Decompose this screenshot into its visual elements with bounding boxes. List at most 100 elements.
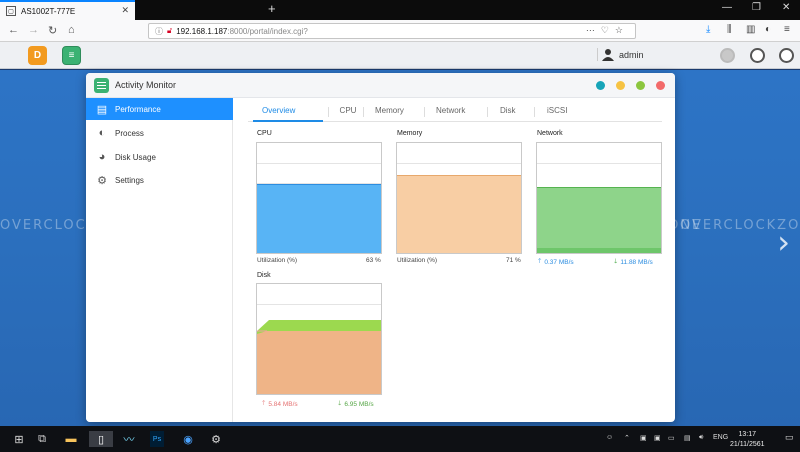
cpu-utilization-value: 63 %: [366, 257, 381, 264]
settings-gear-icon[interactable]: ⚙: [208, 431, 224, 447]
tab-disk[interactable]: Disk: [500, 106, 516, 115]
network-tray-icon[interactable]: ▤: [684, 434, 691, 442]
tab-separator: [534, 107, 535, 117]
network-download-rate: 🡓 11.88 MB/s: [614, 258, 653, 266]
close-tab-icon[interactable]: ✕: [121, 5, 129, 16]
power-icon[interactable]: [779, 48, 794, 63]
help-button[interactable]: [596, 81, 605, 90]
firefox-icon[interactable]: ◉: [180, 431, 196, 447]
forward-icon[interactable]: →: [28, 24, 39, 36]
upload-arrow-icon: 🡑: [538, 258, 542, 265]
sidebar-item-settings[interactable]: ⚙ Settings: [86, 169, 233, 191]
user-icon: [597, 48, 614, 61]
tray-app-icon[interactable]: ▣: [654, 434, 661, 442]
home-icon[interactable]: ⌂: [68, 24, 75, 36]
memory-graph: [396, 142, 522, 254]
network-graph: [536, 142, 662, 254]
sidebar-item-process[interactable]: ◐ Process: [86, 122, 233, 144]
menu-icon[interactable]: ≡: [784, 24, 790, 35]
back-icon[interactable]: ←: [8, 24, 19, 36]
browser-nav-bar: ← → ↻ ⌂ ⓘ 🔓︎ 192.168.1.187 :8000/portal/…: [0, 20, 800, 42]
new-tab-button[interactable]: +: [268, 1, 276, 16]
network-upload-rate: 🡑 0.37 MB/s: [538, 258, 574, 266]
insecure-lock-icon[interactable]: 🔓︎: [167, 26, 172, 36]
resource-monitor-icon[interactable]: 〰: [120, 431, 138, 447]
page-icon: ▢: [6, 6, 16, 16]
windows-taskbar: ⊞ ⧉ ▬ ▯ 〰 Ps ◉ ⚙ ☺ ⌃ ▣ ▣ ▭ ▤ 🔊︎ ENG 13:1…: [0, 426, 800, 452]
sidebar-item-disk-usage[interactable]: ◕ Disk Usage: [86, 146, 233, 168]
download-icon[interactable]: ⤓: [706, 24, 710, 35]
sidebar-item-label: Disk Usage: [115, 152, 156, 162]
start-icon[interactable]: ⊞: [12, 431, 26, 447]
tab-iscsi[interactable]: iSCSI: [547, 106, 567, 115]
library-icon[interactable]: ⫼: [727, 24, 732, 35]
tab-separator: [363, 107, 364, 117]
process-icon: ◐: [98, 127, 106, 139]
close-button[interactable]: [656, 81, 665, 90]
user-menu[interactable]: admin: [597, 48, 644, 61]
gear-icon: ⚙: [97, 174, 107, 187]
clock-date: 21/11/2561: [730, 441, 765, 448]
sidebar: ▤ Performance ◐ Process ◕ Disk Usage ⚙ S…: [86, 98, 233, 422]
read-arrow-icon: 🡑: [262, 400, 266, 407]
minimize-button[interactable]: [616, 81, 625, 90]
volume-icon[interactable]: 🔊︎: [699, 434, 703, 442]
sidebar-item-label: Performance: [115, 104, 161, 114]
close-window-icon[interactable]: ✕: [782, 2, 790, 13]
tab-separator: [424, 107, 425, 117]
notepad-icon[interactable]: ▯: [89, 431, 113, 447]
tab-bar: Overview CPU Memory Network Disk iSCSI: [248, 102, 662, 122]
tab-overview[interactable]: Overview: [262, 106, 295, 115]
memory-utilization-label: Utilization (%): [397, 257, 438, 264]
cpu-utilization-label: Utilization (%): [257, 257, 298, 264]
active-tab-indicator: [253, 120, 323, 122]
activity-monitor-taskbar-icon[interactable]: ≡: [62, 46, 81, 65]
disk-panel-title: Disk: [257, 272, 271, 279]
url-actions[interactable]: ⋯♡☆: [586, 25, 629, 36]
maximize-icon[interactable]: ❐: [752, 2, 761, 13]
notification-center-icon[interactable]: ▭: [785, 432, 794, 443]
tab-network[interactable]: Network: [436, 106, 465, 115]
tab-separator: [487, 107, 488, 117]
reload-icon[interactable]: ↻: [48, 24, 57, 37]
app-center-icon[interactable]: D: [28, 46, 47, 65]
people-icon[interactable]: ☺: [606, 434, 613, 441]
browser-tab-title: AS1002T-777E: [21, 6, 76, 16]
settings-icon[interactable]: [750, 48, 765, 63]
tab-memory[interactable]: Memory: [375, 106, 404, 115]
language-indicator[interactable]: ENG: [713, 434, 728, 441]
memory-panel-title: Memory: [397, 130, 423, 137]
info-icon[interactable]: ⓘ: [155, 26, 163, 37]
tray-chevron-icon[interactable]: ⌃: [624, 434, 630, 442]
write-arrow-icon: 🡓: [338, 400, 342, 407]
file-explorer-icon[interactable]: ▬: [62, 431, 80, 447]
browser-tab[interactable]: ▢ AS1002T-777E ✕: [0, 0, 135, 20]
memory-utilization-fill: [397, 174, 521, 253]
tab-cpu[interactable]: CPU: [328, 106, 368, 115]
disk-graph: [256, 283, 382, 395]
notification-icon[interactable]: [720, 48, 735, 63]
task-view-icon[interactable]: ⧉: [35, 431, 49, 447]
tray-app-icon[interactable]: ▣: [640, 434, 647, 442]
clock[interactable]: 13:17 21/11/2561: [730, 430, 765, 450]
disk-write-rate: 🡓 6.95 MB/s: [338, 400, 374, 408]
url-bar[interactable]: ⓘ 🔓︎ 192.168.1.187 :8000/portal/index.cg…: [148, 23, 636, 39]
window-titlebar[interactable]: Activity Monitor: [86, 73, 675, 98]
photoshop-icon[interactable]: Ps: [150, 431, 164, 447]
sidebar-item-performance[interactable]: ▤ Performance: [86, 98, 233, 120]
sync-icon[interactable]: ◐: [765, 24, 771, 35]
chevron-right-icon[interactable]: ›: [777, 223, 790, 261]
performance-icon: ▤: [96, 103, 108, 116]
window-title: Activity Monitor: [115, 80, 177, 90]
maximize-button[interactable]: [636, 81, 645, 90]
url-path: :8000/portal/index.cgi?: [227, 26, 308, 36]
disk-read-rate: 🡑 5.84 MB/s: [262, 400, 298, 408]
sidebar-icon[interactable]: ▥: [746, 24, 755, 35]
minimize-icon[interactable]: —: [722, 2, 732, 13]
download-arrow-icon: 🡓: [614, 258, 618, 265]
disk-io-chart: [257, 320, 381, 394]
sidebar-item-label: Settings: [115, 175, 144, 185]
battery-icon[interactable]: ▭: [668, 434, 675, 442]
cpu-panel-title: CPU: [257, 130, 272, 137]
network-panel-title: Network: [537, 130, 563, 137]
